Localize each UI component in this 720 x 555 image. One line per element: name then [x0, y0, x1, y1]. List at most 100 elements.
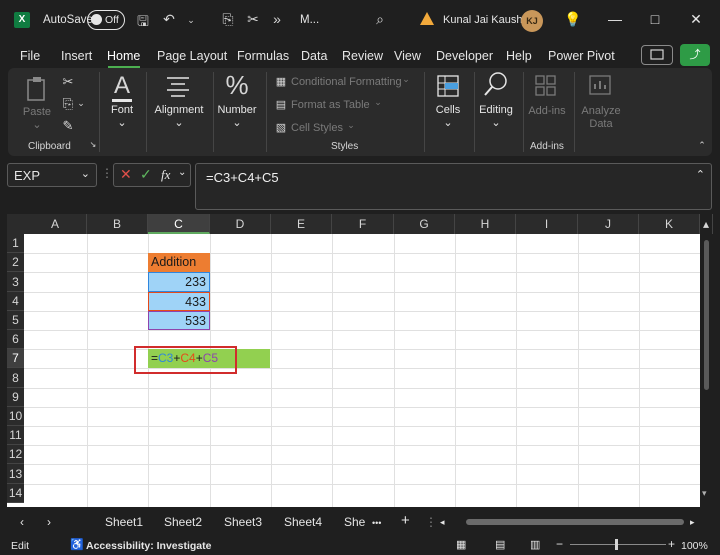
cancel-icon[interactable]: ✕: [120, 166, 132, 183]
alignment-icon[interactable]: [164, 74, 192, 100]
row-header-12[interactable]: 12: [7, 445, 24, 464]
insert-function-icon[interactable]: fx: [161, 167, 170, 183]
warning-icon[interactable]: [420, 12, 434, 25]
next-sheet-icon[interactable]: ›: [47, 515, 51, 529]
cell-c5[interactable]: 533: [148, 311, 210, 330]
spreadsheet-grid[interactable]: A B C D E F G H I J K ▴ 1 2 3 4 5 6 7 8 …: [7, 214, 713, 507]
font-icon[interactable]: A: [108, 72, 136, 102]
undo-icon[interactable]: ↶: [160, 11, 178, 28]
cells-icon[interactable]: [436, 74, 460, 98]
tab-page-layout[interactable]: Page Layout: [157, 49, 227, 63]
cut-icon[interactable]: ✂: [60, 74, 76, 90]
clipboard-launcher-icon[interactable]: ↘: [88, 140, 98, 149]
alignment-chevron-icon[interactable]: ⌄: [172, 116, 186, 129]
cell-c4[interactable]: 433: [148, 292, 210, 311]
add-ins-icon[interactable]: [534, 74, 558, 98]
editing-chevron-icon[interactable]: ⌄: [489, 116, 503, 129]
row-header-10[interactable]: 10: [7, 407, 24, 426]
paste-chevron-icon[interactable]: ⌄: [30, 118, 44, 131]
page-break-view-icon[interactable]: ▥: [530, 538, 540, 551]
close-button[interactable]: ✕: [686, 11, 706, 28]
add-ins-button[interactable]: Add-ins: [528, 105, 566, 117]
tab-power-pivot[interactable]: Power Pivot: [548, 49, 615, 63]
tab-sheet5[interactable]: She: [344, 515, 365, 529]
format-as-table-icon[interactable]: ▤: [274, 98, 288, 111]
number-label[interactable]: Number: [216, 104, 258, 116]
column-header-k[interactable]: K: [639, 214, 700, 234]
avatar[interactable]: KJ: [521, 10, 543, 32]
cells-label[interactable]: Cells: [432, 104, 464, 116]
scroll-thumb[interactable]: [704, 240, 709, 390]
row-header-14[interactable]: 14: [7, 484, 24, 503]
scroll-right-icon[interactable]: ▸: [690, 517, 695, 528]
undo-dropdown-icon[interactable]: ⌄: [182, 15, 200, 26]
analyze-data-icon[interactable]: [588, 74, 614, 98]
row-header-9[interactable]: 9: [7, 388, 24, 407]
column-header-d[interactable]: D: [210, 214, 271, 234]
zoom-slider-thumb[interactable]: [615, 539, 618, 550]
tab-file[interactable]: File: [20, 49, 40, 63]
scissors-icon[interactable]: ✂: [244, 11, 262, 28]
cell-styles-icon[interactable]: ▧: [274, 121, 288, 134]
row-header-6[interactable]: 6: [7, 330, 24, 349]
formula-input[interactable]: =C3+C4+C5 ⌃: [195, 163, 712, 210]
format-as-table-button[interactable]: Format as Table: [291, 99, 370, 111]
formula-bar-grip-icon[interactable]: ⋮: [101, 166, 113, 180]
horizontal-scroll-thumb[interactable]: [466, 519, 684, 525]
tab-developer[interactable]: Developer: [436, 49, 493, 63]
tab-help[interactable]: Help: [506, 49, 532, 63]
column-header-e[interactable]: E: [271, 214, 332, 234]
column-header-b[interactable]: B: [87, 214, 148, 234]
tabs-grip-icon[interactable]: ⋮: [425, 515, 437, 529]
scroll-left-icon[interactable]: ◂: [440, 517, 445, 528]
cell-c2[interactable]: Addition: [148, 253, 210, 272]
column-header-c[interactable]: C: [148, 214, 210, 234]
percent-icon[interactable]: %: [222, 70, 252, 101]
share-button[interactable]: ⤴: [680, 44, 710, 66]
more-sheets-icon[interactable]: •••: [372, 518, 381, 528]
autosave-toggle[interactable]: Off: [87, 10, 125, 30]
tab-formulas[interactable]: Formulas: [237, 49, 289, 63]
row-header-11[interactable]: 11: [7, 426, 24, 445]
number-chevron-icon[interactable]: ⌄: [230, 116, 244, 129]
row-header-5[interactable]: 5: [7, 311, 24, 330]
editing-label[interactable]: Editing: [476, 104, 516, 116]
function-chevron-icon[interactable]: ⌄: [178, 167, 186, 178]
paste-icon[interactable]: [24, 76, 50, 104]
row-header-7[interactable]: 7: [7, 349, 24, 368]
column-header-g[interactable]: G: [394, 214, 455, 234]
comments-button[interactable]: [641, 45, 673, 65]
alignment-label[interactable]: Alignment: [151, 104, 207, 116]
format-painter-icon[interactable]: ✎: [60, 118, 76, 134]
more-commands-icon[interactable]: »: [268, 11, 286, 27]
tab-insert[interactable]: Insert: [61, 49, 92, 63]
user-name[interactable]: Kunal Jai Kaushik: [443, 14, 530, 26]
row-header-2[interactable]: 2: [7, 253, 24, 272]
document-title[interactable]: M...: [300, 14, 319, 26]
minimize-button[interactable]: —: [605, 11, 625, 27]
name-box[interactable]: EXP ⌄: [7, 163, 97, 187]
save-icon[interactable]: 🖫: [134, 11, 152, 35]
zoom-in-icon[interactable]: +: [668, 537, 675, 551]
search-icon[interactable]: ⌕: [371, 11, 389, 28]
zoom-out-icon[interactable]: −: [556, 537, 563, 551]
copy-ribbon-icon[interactable]: ⎘: [60, 96, 76, 112]
analyze-data-label[interactable]: Analyze: [580, 105, 622, 117]
scroll-down-icon[interactable]: ▾: [702, 488, 707, 499]
accessibility-icon[interactable]: ♿: [70, 538, 84, 551]
copy-chevron-icon[interactable]: ⌄: [76, 98, 86, 109]
tab-sheet4[interactable]: Sheet4: [284, 515, 322, 529]
analyze-data-label-2[interactable]: Data: [580, 118, 622, 130]
row-header-3[interactable]: 3: [7, 272, 24, 292]
tab-home[interactable]: Home: [107, 49, 140, 63]
zoom-level[interactable]: 100%: [681, 540, 708, 552]
expand-formula-icon[interactable]: ⌃: [696, 168, 705, 181]
row-header-13[interactable]: 13: [7, 464, 24, 484]
cell-styles-button[interactable]: Cell Styles: [291, 122, 343, 134]
row-header-8[interactable]: 8: [7, 368, 24, 388]
tab-sheet3[interactable]: Sheet3: [224, 515, 262, 529]
column-header-a[interactable]: A: [24, 214, 87, 234]
editing-search-icon[interactable]: [482, 70, 510, 100]
vertical-scroll-up[interactable]: ▴: [700, 214, 713, 234]
copy-icon[interactable]: ⎘: [219, 11, 237, 28]
